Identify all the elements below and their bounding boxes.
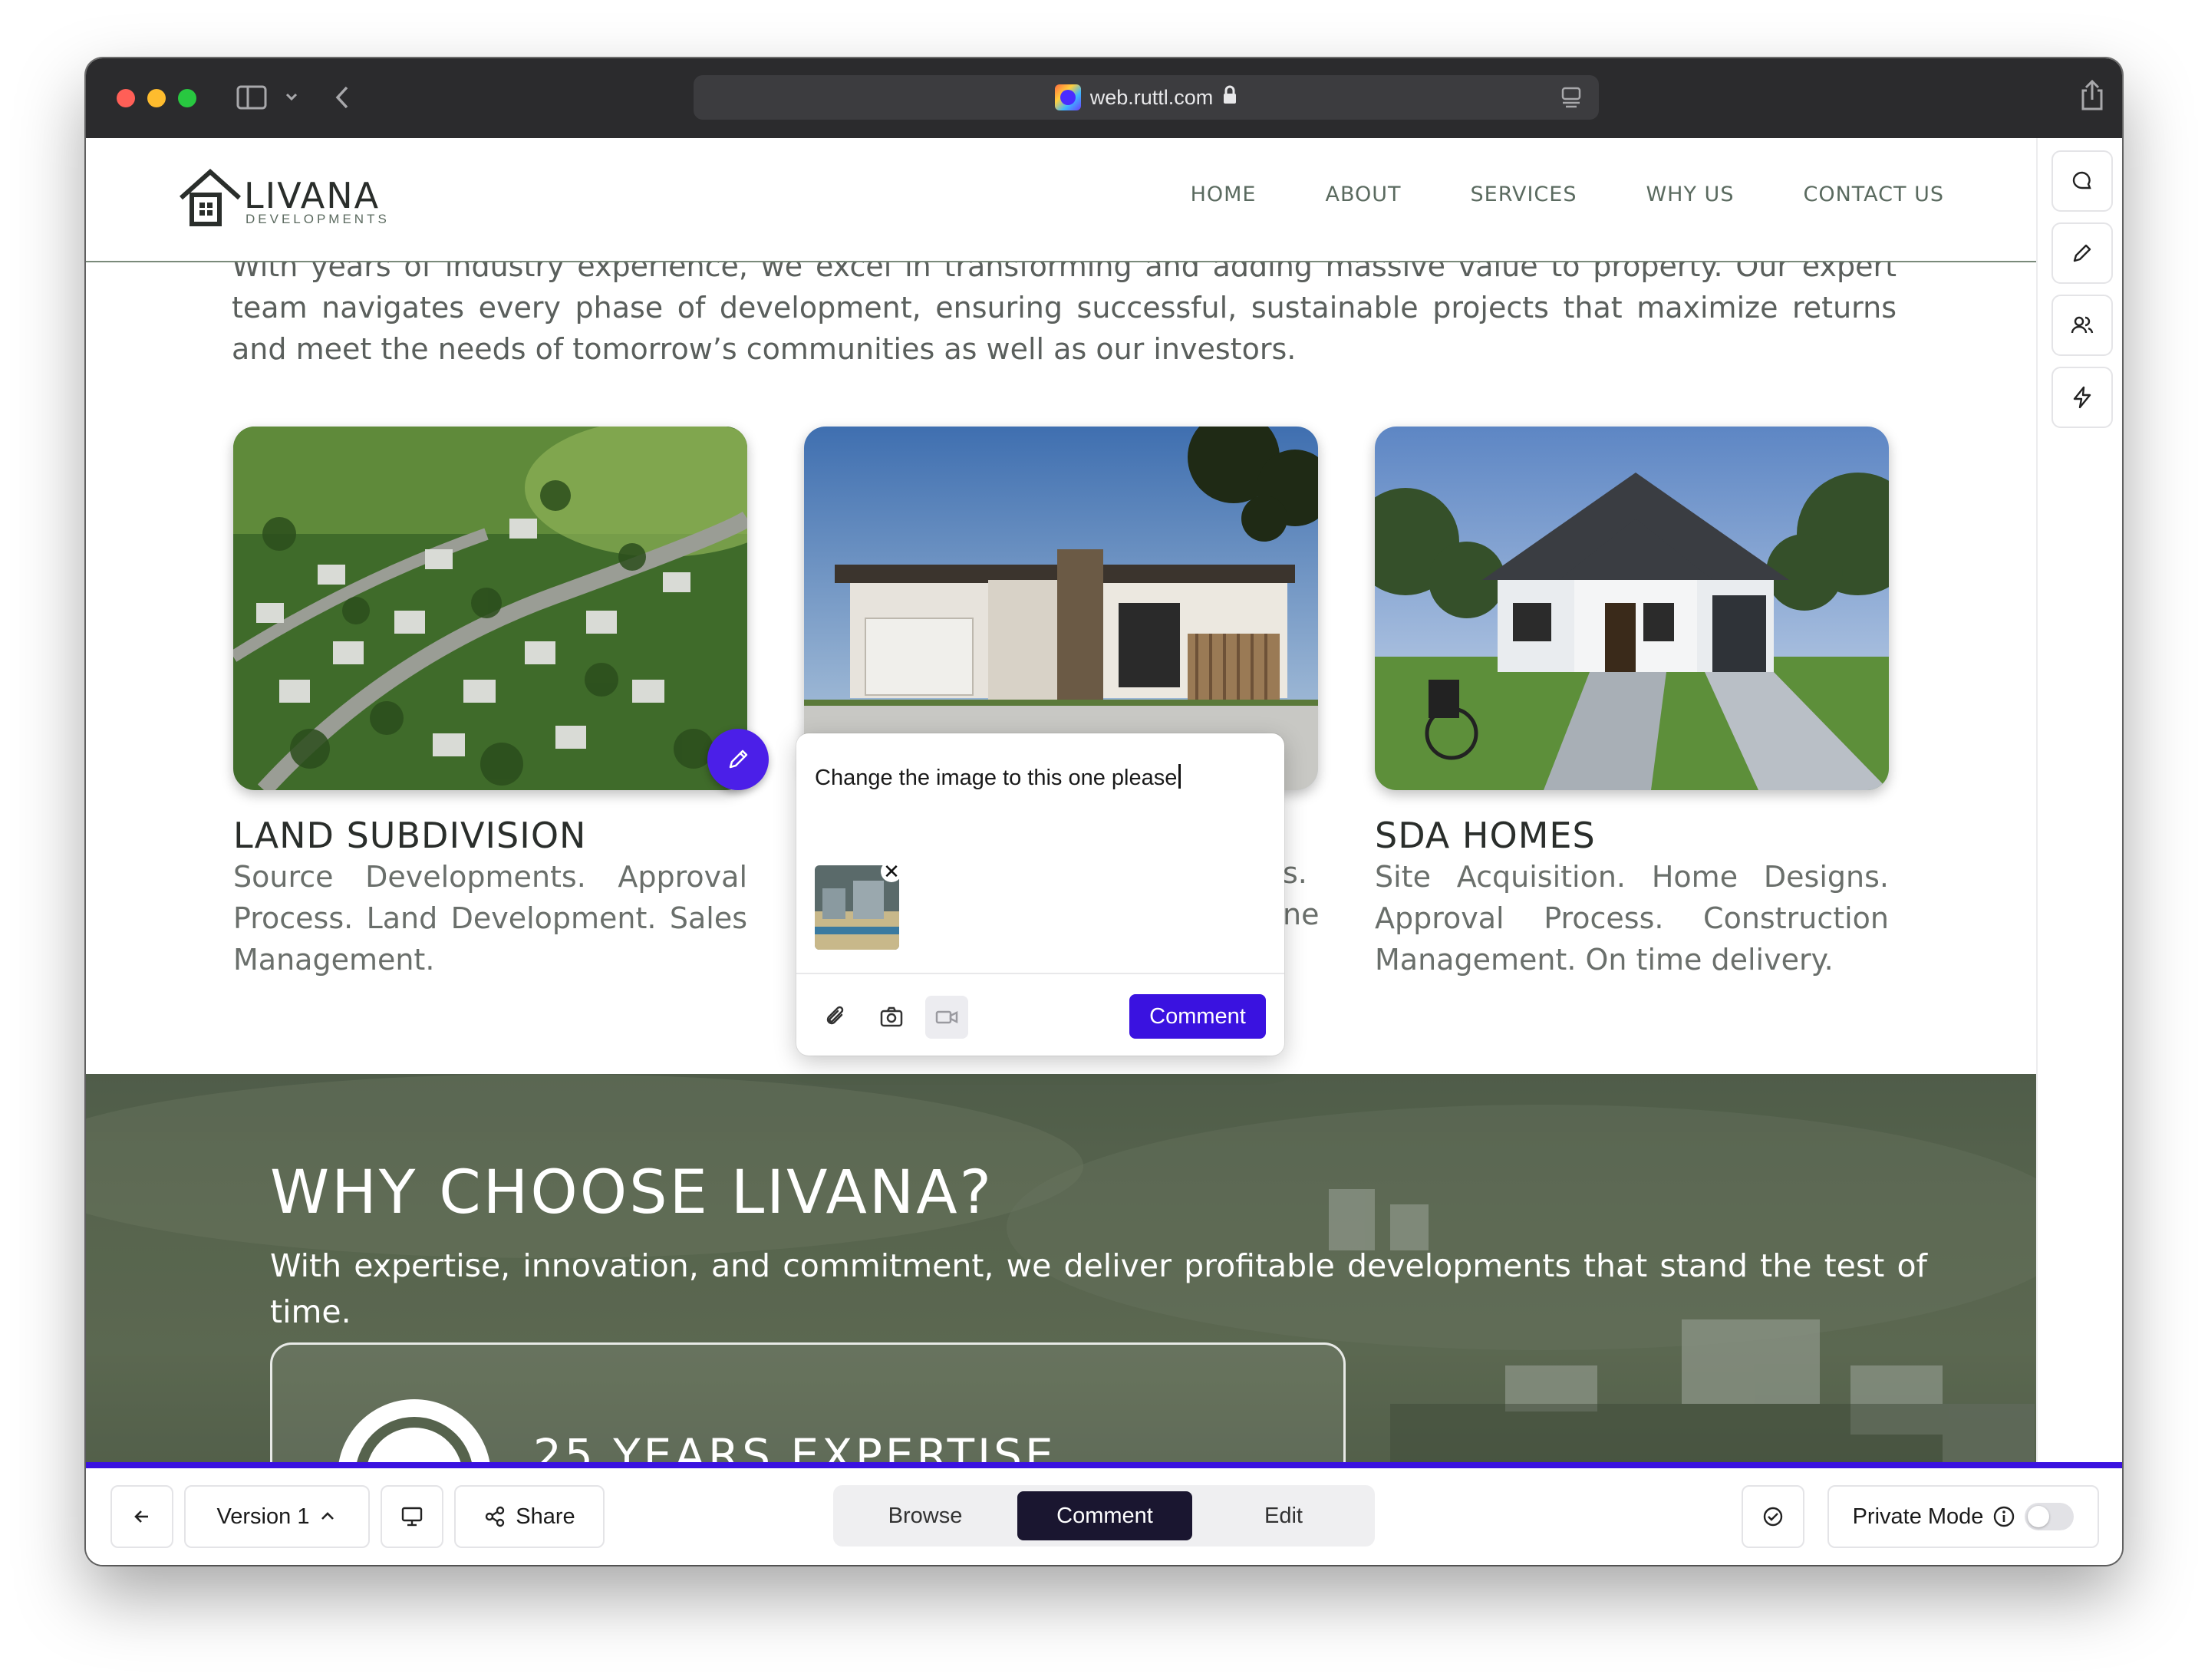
main-nav: HOME ABOUT SERVICES WHY US CONTACT US: [1191, 183, 1944, 206]
version-selector[interactable]: Version 1: [184, 1485, 370, 1548]
collaborators-button[interactable]: [2051, 295, 2113, 356]
share-label: Share: [516, 1504, 575, 1529]
nav-home[interactable]: HOME: [1191, 183, 1257, 206]
mode-comment[interactable]: Comment: [1017, 1491, 1192, 1540]
intro-paragraph: With years of industry experience, we ex…: [232, 249, 1897, 366]
edit-pencil-button[interactable]: [707, 729, 769, 790]
logo-subtitle: DEVELOPMENTS: [246, 212, 390, 226]
remove-attachment-button[interactable]: ✕: [881, 861, 902, 882]
why-title: WHY CHOOSE LIVANA?: [270, 1158, 994, 1227]
card-desc-land-subdivision: Source Developments. Approval Process. L…: [233, 860, 747, 977]
card-title-land-subdivision: LAND SUBDIVISION: [233, 815, 587, 856]
monitor-icon: [401, 1507, 423, 1527]
nav-about[interactable]: ABOUT: [1325, 183, 1401, 206]
private-mode-label: Private Mode: [1852, 1504, 1984, 1529]
sda-homes-image[interactable]: [1375, 427, 1889, 790]
chevron-down-icon[interactable]: [284, 89, 299, 108]
house-logo-icon: [179, 168, 242, 226]
users-icon: [2071, 316, 2094, 334]
check-circle-icon: [1763, 1507, 1783, 1527]
card-desc-fragment: ne: [1283, 898, 1320, 931]
site-logo[interactable]: LIVANA DEVELOPMENTS: [178, 167, 400, 229]
nav-why-us[interactable]: WHY US: [1646, 183, 1734, 206]
edit-tool-button[interactable]: [2051, 222, 2113, 284]
browser-window: web.ruttl.com With years of industry exp…: [86, 58, 2122, 1565]
resolve-button[interactable]: [1742, 1485, 1804, 1548]
lightning-icon: [2073, 386, 2091, 409]
share-icon: [486, 1506, 505, 1527]
card-desc-fragment: s.: [1283, 856, 1307, 890]
site-favicon: [1054, 84, 1081, 110]
paperclip-icon[interactable]: [815, 996, 858, 1039]
lock-icon: [1222, 85, 1237, 110]
back-button[interactable]: [110, 1485, 173, 1548]
minimize-window-button[interactable]: [147, 89, 166, 107]
website-viewport: With years of industry experience, we ex…: [86, 138, 2036, 1520]
share-page-icon[interactable]: [2079, 78, 2105, 116]
ruttl-tool-rail: [2036, 138, 2122, 1520]
version-label: Version 1: [216, 1504, 310, 1529]
integrations-button[interactable]: [2051, 367, 2113, 428]
reader-icon[interactable]: [1560, 86, 1582, 114]
video-icon[interactable]: [925, 996, 968, 1039]
device-view-button[interactable]: [381, 1485, 443, 1548]
card-title-sda-homes: SDA HOMES: [1375, 815, 1596, 856]
comment-tool-button[interactable]: [2051, 150, 2113, 212]
logo-name: LIVANA: [244, 175, 381, 216]
arrow-left-icon: [134, 1510, 148, 1523]
address-bar[interactable]: web.ruttl.com: [694, 75, 1599, 120]
speech-bubble-icon: [2072, 171, 2091, 189]
mode-browse[interactable]: Browse: [839, 1491, 1011, 1540]
mode-edit[interactable]: Edit: [1198, 1491, 1369, 1540]
card-desc-sda-homes: Site Acquisition. Home Designs. Approval…: [1375, 860, 1889, 977]
info-icon[interactable]: [1992, 1505, 2015, 1528]
pencil-icon: [729, 749, 748, 769]
comment-popup: Change the image to this one please ✕ Co…: [796, 733, 1284, 1056]
sidebar-toggle-icon[interactable]: [236, 84, 267, 114]
url-text: web.ruttl.com: [1089, 85, 1214, 109]
why-text: With expertise, innovation, and commitme…: [270, 1247, 1927, 1330]
site-header: LIVANA DEVELOPMENTS HOME ABOUT SERVICES …: [86, 138, 2036, 262]
pencil-icon: [2073, 244, 2091, 262]
mode-switcher: Browse Comment Edit: [833, 1485, 1375, 1547]
bottom-toolbar: Version 1 Share Browse Comment Edit Priv…: [86, 1468, 2122, 1565]
browser-titlebar: web.ruttl.com: [86, 58, 2122, 139]
chevron-up-icon: [321, 1512, 334, 1520]
why-choose-section: WHY CHOOSE LIVANA? With expertise, innov…: [86, 1074, 2036, 1520]
share-button[interactable]: Share: [454, 1485, 605, 1548]
close-window-button[interactable]: [117, 89, 135, 107]
camera-icon[interactable]: [870, 996, 913, 1039]
nav-services[interactable]: SERVICES: [1471, 183, 1577, 206]
comment-input[interactable]: Change the image to this one please: [815, 764, 1181, 791]
private-mode-control: Private Mode: [1827, 1485, 2099, 1548]
back-icon[interactable]: [333, 84, 351, 114]
maximize-window-button[interactable]: [178, 89, 196, 107]
private-mode-toggle[interactable]: [2025, 1503, 2075, 1530]
nav-contact-us[interactable]: CONTACT US: [1803, 183, 1944, 206]
popup-divider: [796, 973, 1284, 974]
land-subdivision-image[interactable]: [233, 427, 747, 790]
accent-divider: [86, 1462, 2122, 1468]
submit-comment-button[interactable]: Comment: [1129, 994, 1266, 1039]
